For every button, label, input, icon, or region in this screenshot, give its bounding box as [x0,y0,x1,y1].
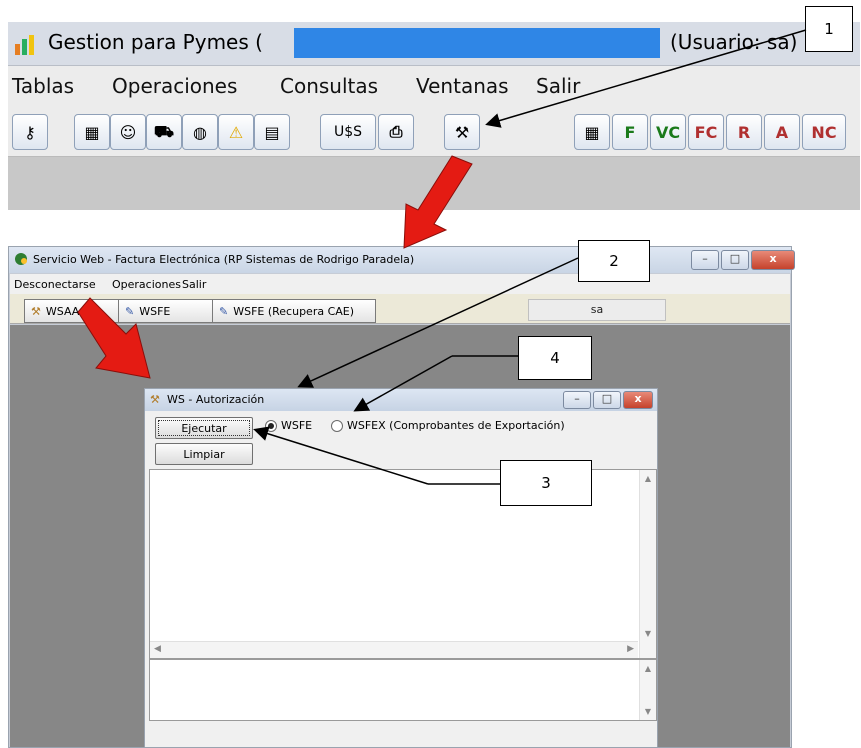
red-arrow-2 [77,297,151,379]
annotation-arrows [77,29,807,485]
red-arrow-1 [403,155,473,249]
callout-arrow-1 [485,29,807,128]
callout-arrow-3 [253,426,429,485]
callout-arrow-2 [297,257,579,388]
callout-arrow-4 [353,355,453,412]
